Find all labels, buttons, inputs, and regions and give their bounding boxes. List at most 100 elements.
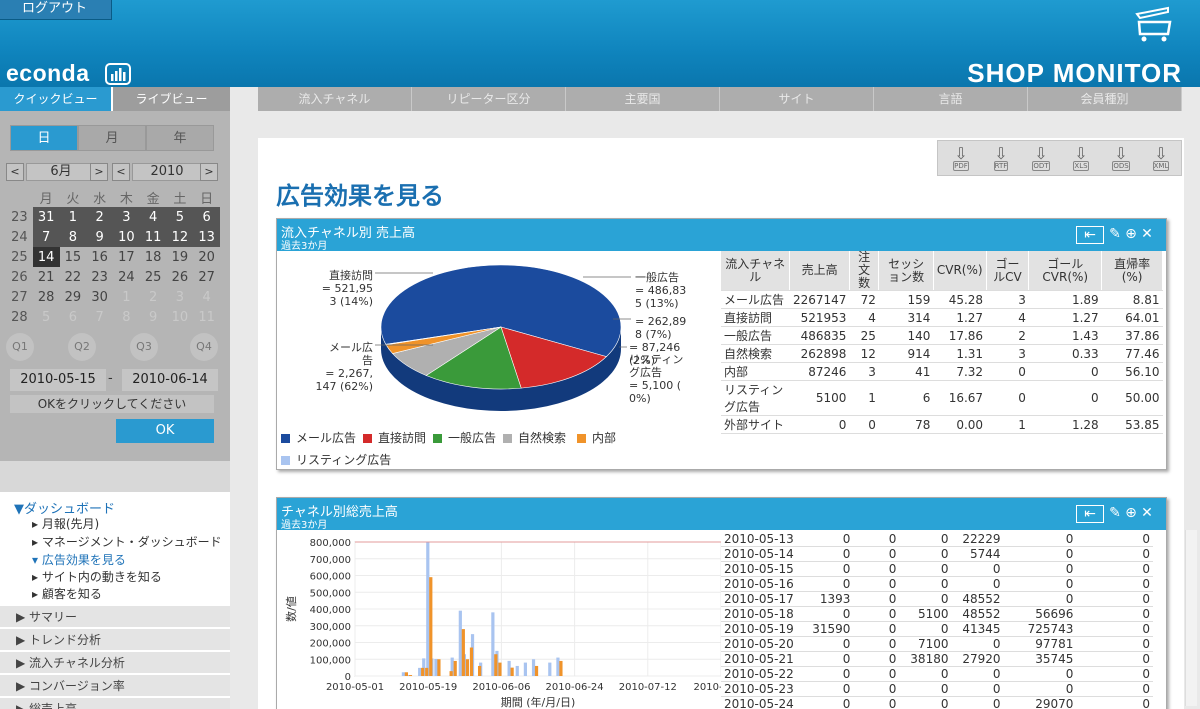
tab-month[interactable]: 月 [78,125,146,151]
bar-series-orange[interactable] [449,671,453,676]
tab-day[interactable]: 日 [10,125,78,151]
bar-series-orange[interactable] [425,667,429,676]
menu-management-dashboard[interactable]: ▸ マネージメント・ダッシュボード [32,533,262,550]
menu-trend-analysis[interactable]: ▶ トレンド分析 [0,628,230,650]
bar-series-orange[interactable] [465,659,469,676]
menu-total-sales[interactable]: ▶ 総売上高 [0,697,230,709]
tab-countries[interactable]: 主要国 [566,87,720,111]
calendar-day[interactable]: 23 [86,267,113,287]
calendar-day[interactable]: 21 [33,267,60,287]
tab-inflow-channel[interactable]: 流入チャネル [258,87,412,111]
calendar-day[interactable]: 29 [60,287,87,307]
quarter-q4-button[interactable]: Q4 [190,333,218,361]
next-year-button[interactable]: > [200,163,218,181]
calendar-day[interactable]: 10 [113,227,140,247]
tab-repeater[interactable]: リピーター区分 [412,87,566,111]
tab-language[interactable]: 言語 [874,87,1028,111]
bar-series-orange[interactable] [404,672,408,676]
calendar-day-other-month[interactable]: 4 [193,287,220,307]
calendar-day[interactable]: 8 [59,227,87,247]
calendar-day-other-month[interactable]: 9 [140,307,167,327]
zoom-icon[interactable]: ⊕ [1124,226,1138,244]
bar-series-orange[interactable] [429,577,433,676]
calendar-day[interactable]: 12 [166,227,194,247]
quarter-q1-button[interactable]: Q1 [6,333,34,361]
zoom-icon[interactable]: ⊕ [1124,505,1138,523]
tab-year[interactable]: 年 [146,125,214,151]
prev-month-button[interactable]: < [6,163,24,181]
calendar-day-today[interactable]: 14 [32,247,60,267]
logout-button[interactable]: ログアウト [0,0,112,20]
week-number[interactable]: 25 [6,247,33,267]
bar-series-orange[interactable] [534,665,539,676]
calendar-day-other-month[interactable]: 5 [33,307,60,327]
menu-summary[interactable]: ▶ サマリー [0,605,230,627]
menu-conversion-rate[interactable]: ▶ コンバージョン率 [0,674,230,696]
calendar-day[interactable]: 22 [60,267,87,287]
calendar-day[interactable]: 19 [167,247,194,267]
menu-site-behavior[interactable]: ▸ サイト内の動きを知る [32,568,262,585]
bar-series-blue[interactable] [458,610,462,676]
calendar-day[interactable]: 4 [139,207,167,227]
bar-series-blue[interactable] [556,657,560,676]
bar-series-blue[interactable] [434,658,438,676]
bar-series-blue[interactable] [548,662,552,676]
export-pdf-button[interactable]: ⇩ PDF [944,146,978,171]
calendar-day[interactable]: 17 [113,247,140,267]
bar-series-blue[interactable] [401,672,405,676]
quarter-q2-button[interactable]: Q2 [68,333,96,361]
collapse-icon[interactable]: ⇤ [1076,505,1104,523]
tab-live-view[interactable]: ライブビュー [113,87,230,111]
calendar-day[interactable]: 11 [139,227,167,247]
week-number[interactable]: 28 [6,307,33,327]
date-from-field[interactable]: 2010-05-15 [10,369,106,391]
close-icon[interactable]: ✕ [1140,505,1154,523]
menu-know-customers[interactable]: ▸ 顧客を知る [32,585,262,602]
calendar-day[interactable]: 15 [60,247,87,267]
export-ods-button[interactable]: ⇩ ODS [1104,146,1138,171]
menu-channel-analysis[interactable]: ▶ 流入チャネル分析 [0,651,230,673]
calendar-day-other-month[interactable]: 6 [60,307,87,327]
bar-series-orange[interactable] [453,660,457,676]
tab-quick-view[interactable]: クイックビュー [0,87,113,111]
calendar-day[interactable]: 7 [32,227,60,247]
bar-series-blue[interactable] [418,667,422,676]
table-scrollbar[interactable] [1185,530,1197,706]
calendar-day[interactable]: 18 [140,247,167,267]
bar-series-blue[interactable] [507,660,511,676]
calendar-day[interactable]: 13 [193,227,220,247]
week-number[interactable]: 26 [6,267,33,287]
collapse-icon[interactable]: ⇤ [1076,226,1104,244]
close-icon[interactable]: ✕ [1140,226,1154,244]
bar-series-blue[interactable] [426,542,430,676]
calendar-day[interactable]: 6 [193,207,220,227]
week-number[interactable]: 23 [6,207,33,227]
calendar-day[interactable]: 30 [86,287,113,307]
calendar-day[interactable]: 27 [193,267,220,287]
bar-series-blue[interactable] [531,659,536,676]
prev-year-button[interactable]: < [112,163,130,181]
export-xml-button[interactable]: ⇩ XML [1144,146,1178,171]
calendar-day-other-month[interactable]: 7 [86,307,113,327]
calendar-day[interactable]: 5 [166,207,194,227]
bar-series-orange[interactable] [559,660,563,676]
bar-series-orange[interactable] [469,647,474,676]
calendar-day-other-month[interactable]: 2 [140,287,167,307]
calendar-day[interactable]: 26 [167,267,194,287]
bar-series-blue[interactable] [491,612,495,676]
calendar-day-other-month[interactable]: 3 [167,287,194,307]
bar-series-orange[interactable] [478,665,482,676]
calendar-day[interactable]: 24 [113,267,140,287]
menu-ad-effect[interactable]: ▾ 広告効果を見る [32,551,262,568]
export-xls-button[interactable]: ⇩ XLS [1064,146,1098,171]
export-rtf-button[interactable]: ⇩ RTF [984,146,1018,171]
calendar-day-other-month[interactable]: 1 [113,287,140,307]
calendar-day[interactable]: 16 [86,247,113,267]
quarter-q3-button[interactable]: Q3 [130,333,158,361]
menu-monthly-report[interactable]: ▸ 月報(先月) [32,515,262,532]
next-month-button[interactable]: > [90,163,108,181]
bar-series-orange[interactable] [408,675,413,676]
calendar-day-other-month[interactable]: 8 [113,307,140,327]
bar-series-orange[interactable] [510,667,514,676]
export-odt-button[interactable]: ⇩ ODT [1024,146,1058,171]
